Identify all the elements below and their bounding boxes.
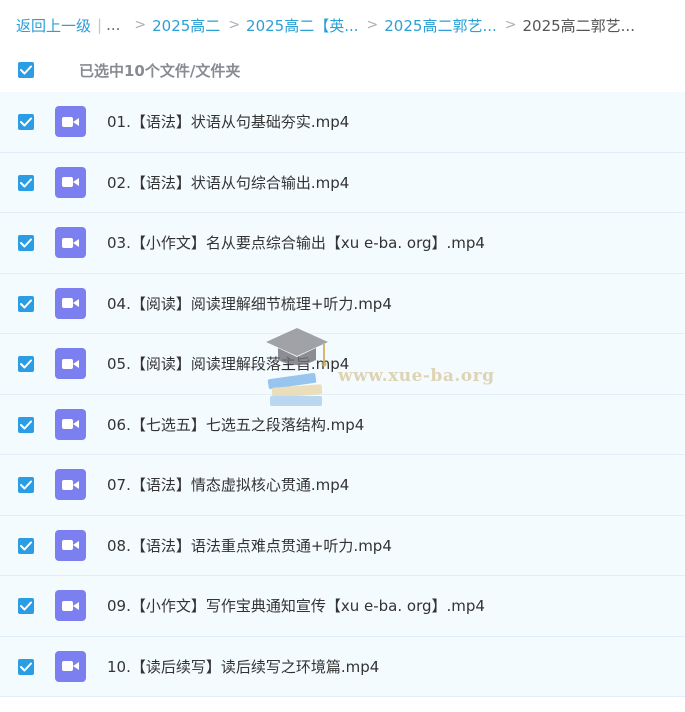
file-list: 01.【语法】状语从句基础夯实.mp4 02.【语法】状语从句综合输出.mp4 03…: [0, 92, 685, 697]
check-icon: [20, 299, 32, 308]
file-row[interactable]: 06.【七选五】七选五之段落结构.mp4: [0, 394, 685, 455]
breadcrumb: 返回上一级 | ... > 2025高二 > 2025高二【英... > 202…: [0, 0, 685, 50]
breadcrumb-link[interactable]: 2025高二【英...: [246, 15, 358, 36]
file-checkbox[interactable]: [18, 295, 34, 312]
file-row[interactable]: 08.【语法】语法重点难点贯通+听力.mp4: [0, 515, 685, 576]
video-icon: [55, 106, 86, 137]
file-checkbox[interactable]: [18, 356, 34, 372]
breadcrumb-current: 2025高二郭艺...: [522, 16, 635, 35]
file-row[interactable]: 05.【阅读】阅读理解段落主旨.mp4: [0, 334, 685, 395]
check-icon: [20, 238, 32, 248]
file-row[interactable]: 04.【阅读】阅读理解细节梳理+听力.mp4: [0, 273, 685, 334]
selection-bar: 已选中10个文件/文件夹: [0, 50, 685, 90]
file-name[interactable]: 01.【语法】状语从句基础夯实.mp4: [107, 92, 349, 152]
check-icon: [20, 65, 32, 75]
video-icon: [55, 469, 86, 500]
breadcrumb-separator: |: [97, 16, 103, 34]
file-row[interactable]: 09.【小作文】写作宝典通知宣传【xu e-ba. org】.mp4: [0, 576, 685, 637]
video-icon: [55, 529, 86, 561]
check-icon: [20, 662, 32, 671]
file-name[interactable]: 06.【七选五】七选五之段落结构.mp4: [107, 395, 364, 455]
chevron-right-icon: >: [134, 17, 147, 33]
file-row[interactable]: 02.【语法】状语从句综合输出.mp4: [0, 152, 685, 213]
chevron-right-icon: >: [366, 17, 379, 33]
video-icon: [55, 590, 86, 621]
file-checkbox[interactable]: [18, 416, 34, 433]
breadcrumb-ellipsis[interactable]: ...: [106, 16, 120, 34]
file-name[interactable]: 02.【语法】状语从句综合输出.mp4: [107, 153, 349, 213]
check-icon: [20, 601, 32, 611]
check-icon: [20, 117, 32, 127]
select-all-checkbox[interactable]: [18, 62, 34, 78]
breadcrumb-item[interactable]: > 2025高二郭艺...: [359, 15, 497, 36]
video-icon: [55, 650, 86, 682]
file-row[interactable]: 10.【读后续写】读后续写之环境篇.mp4: [0, 636, 685, 697]
file-checkbox[interactable]: [18, 477, 34, 493]
file-row[interactable]: 03.【小作文】名从要点综合输出【xu e-ba. org】.mp4: [0, 213, 685, 274]
file-name[interactable]: 07.【语法】情态虚拟核心贯通.mp4: [107, 455, 349, 515]
breadcrumb-item[interactable]: > 2025高二【英...: [220, 15, 358, 36]
video-icon: [55, 287, 86, 319]
file-name[interactable]: 05.【阅读】阅读理解段落主旨.mp4: [107, 334, 349, 394]
file-checkbox[interactable]: [18, 114, 34, 130]
check-icon: [20, 480, 32, 490]
file-name[interactable]: 10.【读后续写】读后续写之环境篇.mp4: [107, 637, 379, 697]
breadcrumb-link[interactable]: 2025高二: [152, 15, 220, 36]
file-row[interactable]: 01.【语法】状语从句基础夯实.mp4: [0, 92, 685, 153]
chevron-right-icon: >: [504, 17, 517, 33]
file-name[interactable]: 04.【阅读】阅读理解细节梳理+听力.mp4: [107, 274, 392, 334]
breadcrumb-item[interactable]: > 2025高二: [126, 15, 220, 36]
video-icon: [55, 227, 86, 258]
file-checkbox[interactable]: [18, 235, 34, 251]
video-icon: [55, 408, 86, 440]
file-row[interactable]: 07.【语法】情态虚拟核心贯通.mp4: [0, 455, 685, 516]
back-link[interactable]: 返回上一级: [16, 15, 91, 36]
breadcrumb-current-item: > 2025高二郭艺...: [497, 15, 635, 36]
video-icon: [55, 166, 86, 198]
file-checkbox[interactable]: [18, 598, 34, 614]
file-checkbox[interactable]: [18, 537, 34, 554]
breadcrumb-link[interactable]: 2025高二郭艺...: [384, 15, 496, 36]
chevron-right-icon: >: [228, 17, 241, 33]
file-name[interactable]: 03.【小作文】名从要点综合输出【xu e-ba. org】.mp4: [107, 213, 485, 273]
check-icon: [20, 178, 32, 187]
file-name[interactable]: 08.【语法】语法重点难点贯通+听力.mp4: [107, 516, 392, 576]
check-icon: [20, 541, 32, 550]
file-checkbox[interactable]: [18, 658, 34, 675]
file-name[interactable]: 09.【小作文】写作宝典通知宣传【xu e-ba. org】.mp4: [107, 576, 485, 636]
check-icon: [20, 359, 32, 369]
file-checkbox[interactable]: [18, 174, 34, 191]
selection-count-label: 已选中10个文件/文件夹: [79, 61, 241, 80]
video-icon: [55, 348, 86, 379]
check-icon: [20, 420, 32, 429]
